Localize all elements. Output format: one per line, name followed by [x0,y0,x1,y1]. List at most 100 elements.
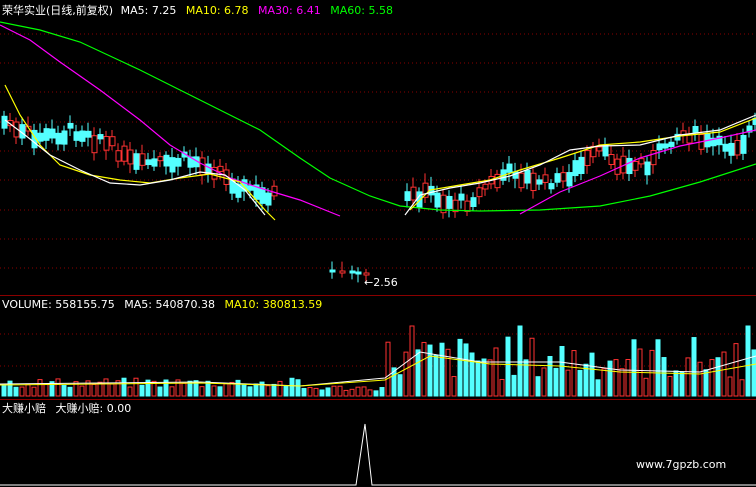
volume-bar [601,368,607,397]
volume-bar [433,355,439,397]
candle-body [482,183,489,190]
volume-bar [355,386,361,397]
ma30-value: 6.41 [296,4,321,17]
volume-value: 558155.75 [55,298,115,311]
volume-bar [721,351,727,397]
ma30-line [0,24,341,217]
volume-bar [715,357,721,397]
candle-body [151,158,158,167]
volume-bar [589,352,595,397]
volume-bar [25,384,31,397]
volume-bar [541,367,547,397]
indicator-line [0,423,756,486]
candle-body [97,134,104,140]
candle-body [55,132,62,145]
ma5-label: MA5: [120,4,149,17]
indicator-name: 大赚小赔 [2,402,46,415]
candle-body [506,163,513,173]
volume-bar [481,358,487,397]
volume-bar [571,350,577,397]
volume-bar [487,359,493,397]
panel-divider-indicator[interactable] [0,399,756,400]
volume-bar [217,386,223,397]
candle-body [1,115,8,129]
candle-body [554,173,561,183]
volume-bar [631,339,637,397]
volume-bar [289,377,295,397]
ma60-label: MA60: [330,4,365,17]
volume-bar [139,384,145,397]
candle-body [85,130,92,138]
candle-body [37,132,44,142]
volume-bar [535,376,541,397]
volume-bar [439,342,445,397]
candle-body [458,193,465,201]
candle-body [434,192,441,208]
kline-chart-window[interactable]: 荣华实业(日线,前复权) MA5: 7.25 MA10: 6.78 MA30: … [0,0,756,487]
watermark-text: www.7gpzb.com [636,458,727,471]
panel-divider-volume[interactable] [0,295,756,296]
volume-legend: VOLUME: 558155.75 MA5: 540870.38 MA10: 3… [2,298,322,311]
volume-bar [7,380,13,397]
candle-body [115,150,122,162]
candle-body [728,142,735,156]
candle-body [602,144,609,157]
volume-bar [337,385,343,397]
volume-bar [367,389,373,397]
candle-body [686,134,693,144]
candle-body [536,179,543,185]
candle-body [668,141,675,147]
volume-bar [211,385,217,397]
candle-body [644,161,651,176]
candle-body [271,185,278,197]
volume-bar [379,387,385,397]
header-legend: 荣华实业(日线,前复权) MA5: 7.25 MA10: 6.78 MA30: … [2,4,393,17]
candle-body [329,269,336,273]
volume-bar [505,336,511,397]
candle-body [163,154,170,167]
volume-bar [739,379,745,397]
volume-bar [685,357,691,397]
candle-body [410,186,417,201]
candle-body [548,183,555,190]
volume-bar [409,325,415,397]
candle-body [530,172,537,192]
volume-bar [559,345,565,397]
candle-body [596,146,603,152]
volume-bar [703,369,709,397]
volume-bar [331,385,337,397]
indicator-line-label: 大赚小赔: [55,402,104,415]
volume-bar [697,361,703,397]
candle-body [103,136,110,151]
volume-ma10-label: MA10: [224,298,260,311]
candle-body [566,172,573,187]
volume-bar [169,386,175,397]
volume-bar [1,384,7,397]
low-price-marker: ←2.56 [364,276,398,289]
candle-body [91,135,98,154]
volume-bar [253,383,259,397]
ma10-label: MA10: [185,4,221,17]
volume-ma5-value: 540870.38 [155,298,216,311]
volume-bar [529,337,535,397]
candle-body [542,174,549,183]
volume-bar [181,382,187,397]
candle-body [476,187,483,198]
volume-bar [709,359,715,397]
volume-bar [13,386,19,397]
candle-body [638,158,645,165]
volume-bar [307,387,313,397]
ma5-value: 7.25 [151,4,177,17]
volume-bar [295,379,301,397]
ma10-value: 6.78 [224,4,249,17]
volume-bar [37,379,43,397]
volume-bar [415,349,421,397]
volume-bar [325,387,331,397]
volume-bar [343,389,349,397]
volume-ma10-value: 380813.59 [262,298,323,311]
volume-bar [247,386,253,397]
stock-title: 荣华实业(日线,前复权) [2,4,114,17]
candle-body [608,154,615,166]
volume-bar [565,369,571,397]
candle-body [121,145,128,162]
